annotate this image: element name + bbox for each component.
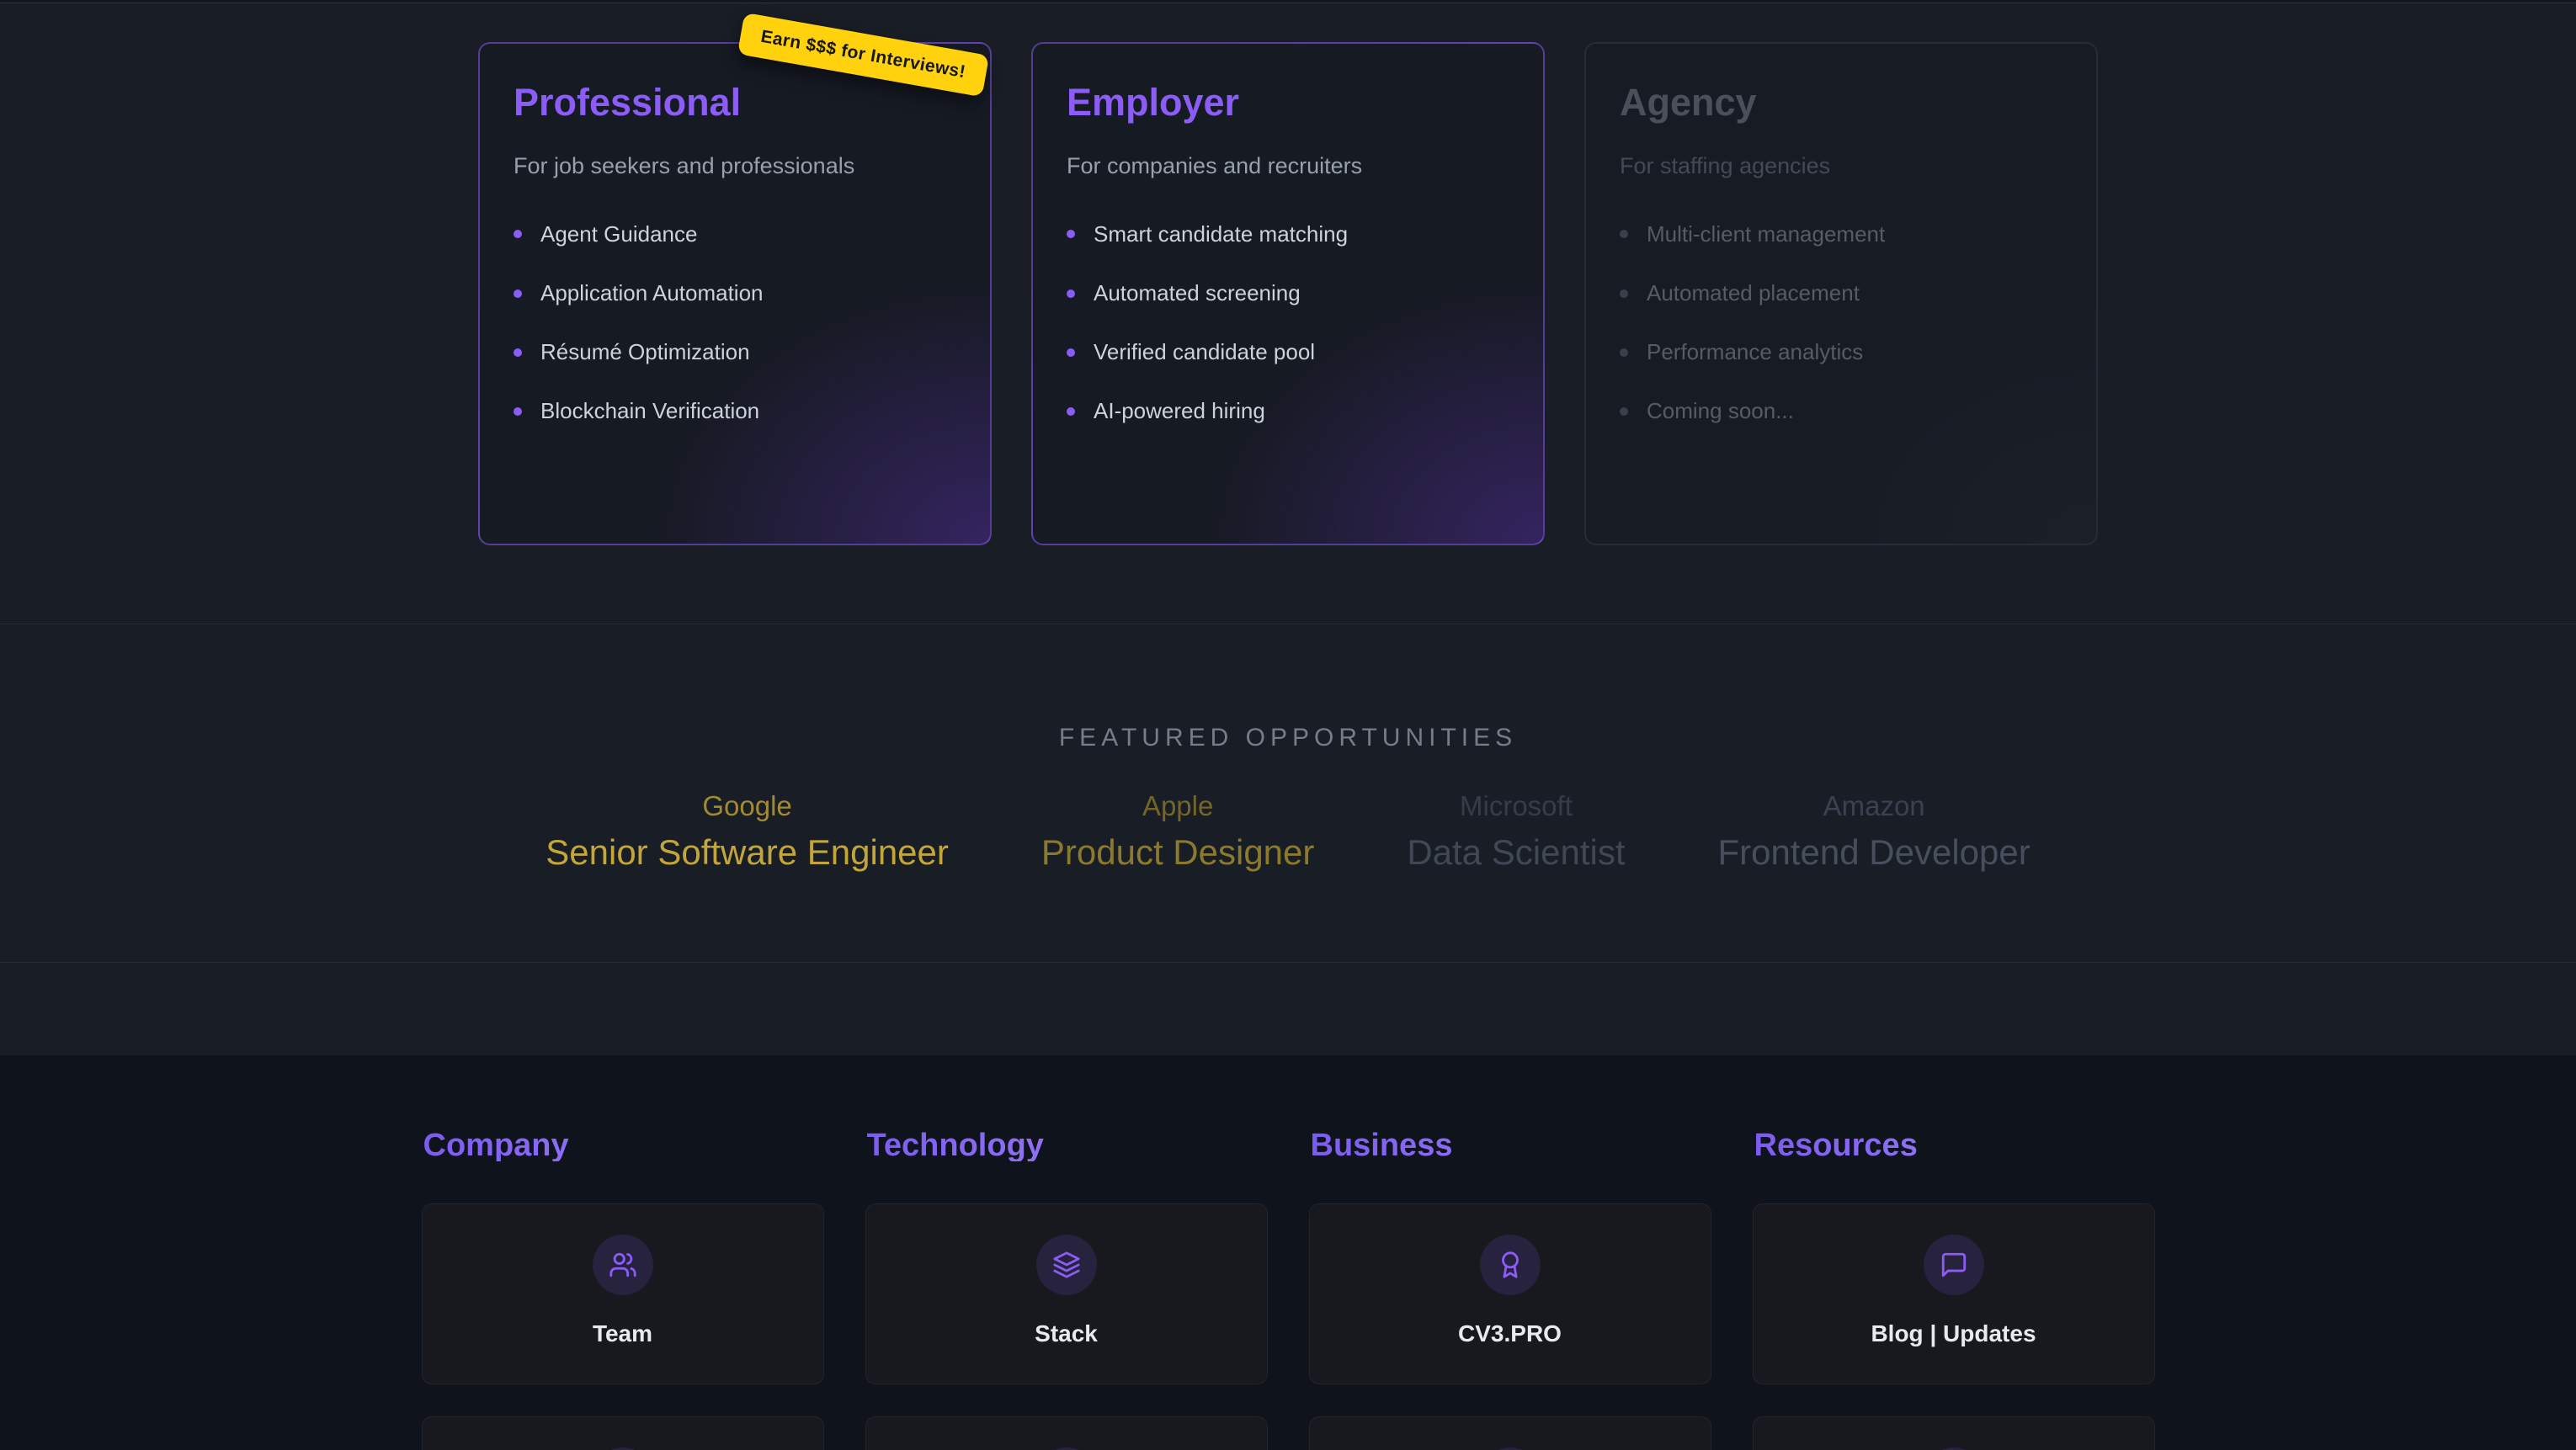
featured-job-google[interactable]: Google Senior Software Engineer <box>546 789 949 874</box>
plan-subtitle: For companies and recruiters <box>1067 151 1509 181</box>
footer-column-company: Company Team <box>422 1129 824 1450</box>
footer-card-partial[interactable] <box>422 1416 824 1450</box>
plan-feature-list: Smart candidate matching Automated scree… <box>1067 221 1509 425</box>
footer-column-technology: Technology Stack <box>865 1129 1268 1450</box>
job-company: Google <box>546 789 949 823</box>
footer-card-label: Stack <box>1035 1320 1098 1347</box>
footer-grid: Company Team Technology Stack <box>422 1129 2155 1450</box>
plan-feature: Verified candidate pool <box>1067 339 1509 365</box>
bullet-icon <box>1067 289 1075 298</box>
featured-job-apple[interactable]: Apple Product Designer <box>1041 789 1315 874</box>
bullet-icon <box>1067 230 1075 238</box>
footer-card-blog-updates[interactable]: Blog | Updates <box>1753 1203 2155 1384</box>
job-title: Frontend Developer <box>1718 831 2030 874</box>
plan-card-agency: Agency For staffing agencies Multi-clien… <box>1584 42 2098 545</box>
bullet-icon <box>1067 348 1075 357</box>
job-company: Amazon <box>1718 789 2030 823</box>
plan-subtitle: For staffing agencies <box>1620 151 2062 181</box>
job-title: Senior Software Engineer <box>546 831 949 874</box>
featured-job-amazon[interactable]: Amazon Frontend Developer <box>1718 789 2030 874</box>
plan-feature: Blockchain Verification <box>514 398 956 424</box>
plan-feature: Coming soon... <box>1620 398 2062 424</box>
plan-feature: Performance analytics <box>1620 339 2062 365</box>
plans-section: Professional For job seekers and profess… <box>0 3 2576 624</box>
bullet-icon <box>1620 407 1628 416</box>
footer-column-resources: Resources Blog | Updates <box>1753 1129 2155 1450</box>
footer-card-label: Blog | Updates <box>1871 1320 2036 1347</box>
bullet-icon <box>514 348 522 357</box>
plan-feature: Automated placement <box>1620 280 2062 306</box>
featured-jobs-carousel: Google Senior Software Engineer Apple Pr… <box>0 789 2576 874</box>
job-title: Data Scientist <box>1407 831 1625 874</box>
footer-heading: Company <box>423 1129 824 1161</box>
footer-card-partial[interactable] <box>1309 1416 1711 1450</box>
bullet-icon <box>514 407 522 416</box>
plan-feature: AI-powered hiring <box>1067 398 1509 424</box>
landing-page: Professional For job seekers and profess… <box>0 0 2576 1450</box>
plan-feature-list: Multi-client management Automated placem… <box>1620 221 2062 425</box>
footer-card-stack[interactable]: Stack <box>865 1203 1268 1384</box>
footer-card-team[interactable]: Team <box>422 1203 824 1384</box>
plan-title: Agency <box>1620 81 2062 125</box>
plan-title: Professional <box>514 81 956 125</box>
message-square-icon <box>1924 1235 1984 1295</box>
site-footer: Company Team Technology Stack <box>0 1055 2576 1450</box>
plan-card-content: Employer For companies and recruiters Sm… <box>1067 81 1509 425</box>
featured-heading: FEATURED OPPORTUNITIES <box>0 725 2576 751</box>
bullet-icon <box>1620 289 1628 298</box>
featured-opportunities-section: FEATURED OPPORTUNITIES Google Senior Sof… <box>0 624 2576 963</box>
footer-heading: Resources <box>1754 1129 2155 1161</box>
bullet-icon <box>514 230 522 238</box>
plan-title: Employer <box>1067 81 1509 125</box>
bullet-icon <box>1067 407 1075 416</box>
plan-feature: Smart candidate matching <box>1067 221 1509 247</box>
job-company: Microsoft <box>1407 789 1625 823</box>
featured-job-microsoft[interactable]: Microsoft Data Scientist <box>1407 789 1625 874</box>
plan-card-content: Agency For staffing agencies Multi-clien… <box>1620 81 2062 425</box>
bullet-icon <box>514 289 522 298</box>
footer-card-partial[interactable] <box>1753 1416 2155 1450</box>
job-company: Apple <box>1041 789 1315 823</box>
plan-feature: Résumé Optimization <box>514 339 956 365</box>
plan-subtitle: For job seekers and professionals <box>514 151 956 181</box>
plan-card-professional[interactable]: Professional For job seekers and profess… <box>478 42 992 545</box>
bullet-icon <box>1620 230 1628 238</box>
footer-column-business: Business CV3.PRO <box>1309 1129 1711 1450</box>
plan-feature: Application Automation <box>514 280 956 306</box>
plan-feature-list: Agent Guidance Application Automation Ré… <box>514 221 956 425</box>
plan-feature: Automated screening <box>1067 280 1509 306</box>
footer-heading: Technology <box>867 1129 1268 1161</box>
footer-card-partial[interactable] <box>865 1416 1268 1450</box>
job-title: Product Designer <box>1041 831 1315 874</box>
plans-row: Professional For job seekers and profess… <box>0 3 2576 545</box>
section-spacer <box>0 963 2576 1055</box>
footer-card-label: CV3.PRO <box>1458 1320 1562 1347</box>
bullet-icon <box>1620 348 1628 357</box>
plan-feature: Multi-client management <box>1620 221 2062 247</box>
award-icon <box>1480 1235 1541 1295</box>
plan-feature: Agent Guidance <box>514 221 956 247</box>
plan-card-content: Professional For job seekers and profess… <box>514 81 956 425</box>
layers-icon <box>1036 1235 1097 1295</box>
users-icon <box>593 1235 653 1295</box>
plan-card-employer[interactable]: Employer For companies and recruiters Sm… <box>1031 42 1545 545</box>
footer-card-cv3pro[interactable]: CV3.PRO <box>1309 1203 1711 1384</box>
footer-card-label: Team <box>593 1320 652 1347</box>
footer-heading: Business <box>1311 1129 1711 1161</box>
